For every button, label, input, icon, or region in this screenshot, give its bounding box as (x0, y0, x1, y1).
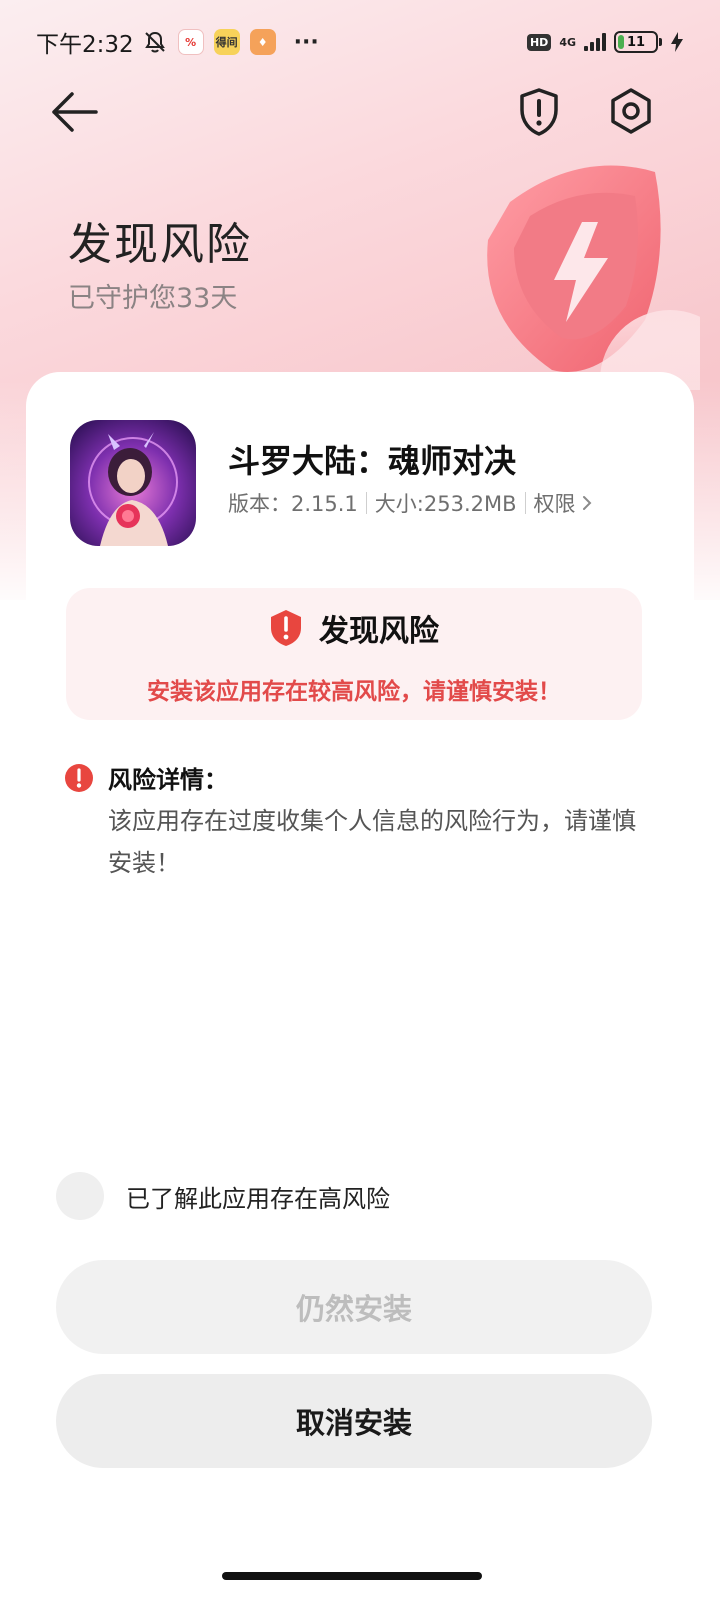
home-indicator[interactable] (222, 1572, 482, 1580)
app-meta: 版本：2.15.1 大小:253.2MB 权限 (228, 488, 594, 518)
meta-divider (524, 492, 526, 514)
notification-icons: % 得间 ♦ ··· (142, 29, 319, 55)
install-anyway-button[interactable]: 仍然安装 (56, 1260, 652, 1354)
risk-alert-header: 发现风险 (66, 606, 642, 650)
app-size: 大小:253.2MB (374, 492, 517, 516)
info-exclamation-icon (65, 763, 93, 792)
risk-alert-title: 发现风险 (319, 614, 439, 649)
chevron-right-icon (582, 496, 591, 510)
cancel-install-button[interactable]: 取消安装 (56, 1374, 652, 1468)
signal-icon (584, 33, 606, 51)
tomato-app-icon: % (177, 29, 204, 55)
permissions-label: 权限 (533, 492, 576, 516)
network-type: 4G (559, 35, 576, 49)
risk-alert-box: 发现风险 安装该应用存在较高风险，请谨慎安装！ (66, 588, 642, 720)
risk-details-header: 风险详情： (64, 760, 228, 795)
status-time: 下午2:32 (36, 32, 134, 58)
permissions-link[interactable]: 权限 (534, 488, 594, 518)
risk-alert-message: 安装该应用存在较高风险，请谨慎安装！ (147, 679, 561, 705)
settings-button[interactable] (606, 86, 656, 138)
mute-bell-icon (144, 31, 165, 53)
red-shield-exclamation-icon (271, 610, 301, 646)
risk-details-text: 该应用存在过度收集个人信息的风险行为，请谨慎安装！ (108, 807, 636, 877)
status-bar: 下午2:32 % 得间 ♦ ··· HD 4G 11 (0, 0, 720, 84)
battery-icon: 11 (614, 31, 662, 53)
app-name: 斗罗大陆：魂师对决 (228, 442, 517, 480)
meta-divider (365, 492, 367, 514)
hero-shield-lightning-icon (487, 165, 700, 390)
page-title: 发现风险 (68, 219, 252, 270)
arrow-left-icon (52, 92, 98, 132)
risk-details-title: 风险详情： (108, 766, 228, 794)
top-nav (0, 84, 720, 140)
acknowledge-checkbox[interactable] (56, 1172, 104, 1220)
more-notifications-icon: ··· (293, 29, 319, 55)
charging-icon (671, 32, 683, 52)
protection-days: 已守护您33天 (68, 283, 238, 314)
shield-exclamation-icon (520, 88, 558, 136)
game-avatar-icon (70, 420, 196, 546)
battery-level: 11 (626, 34, 646, 50)
gear-icon (611, 88, 651, 134)
back-button[interactable] (48, 90, 100, 134)
system-status-icons: HD 4G 11 (526, 31, 684, 53)
hd-badge: HD (526, 33, 552, 51)
security-report-button[interactable] (514, 86, 564, 138)
dedao-app-icon: 得间 (213, 29, 240, 55)
home-app-icon: ♦ (249, 29, 276, 55)
app-version: 版本：2.15.1 (228, 492, 358, 516)
app-icon (70, 420, 196, 546)
acknowledge-row[interactable]: 已了解此应用存在高风险 (56, 1172, 390, 1220)
acknowledge-label: 已了解此应用存在高风险 (126, 1184, 390, 1213)
